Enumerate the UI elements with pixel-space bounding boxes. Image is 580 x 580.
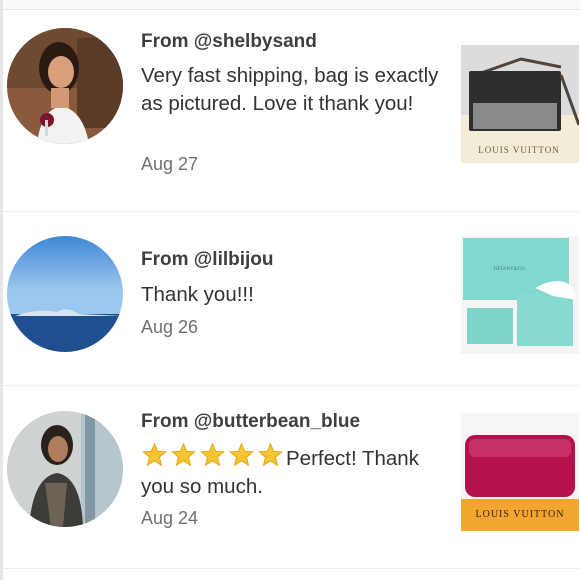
star-icon (142, 442, 167, 467)
avatar-photo (7, 236, 123, 352)
star-rating (141, 442, 286, 470)
review-author[interactable]: From @shelbysand (141, 31, 317, 53)
star-icon (171, 442, 196, 467)
review-comment: Perfect! Thank you so much. (141, 442, 441, 501)
top-divider (3, 0, 580, 10)
product-thumbnail[interactable]: LOUIS VUITTON (461, 413, 579, 531)
review-author[interactable]: From @lilbijou (141, 249, 274, 271)
review-list-screen: From @shelbysand Very fast shipping, bag… (0, 0, 580, 580)
avatar[interactable] (7, 236, 123, 352)
product-photo: LOUIS VUITTON (461, 413, 579, 531)
review-date: Aug 27 (141, 154, 199, 174)
divider (3, 385, 580, 386)
avatar[interactable] (7, 28, 123, 144)
review-comment: Very fast shipping, bag is exactly as pi… (141, 64, 439, 115)
review-date: Aug 24 (141, 508, 199, 528)
review-comment: Thank you!!! (141, 283, 254, 306)
star-icon (200, 442, 225, 467)
avatar[interactable] (7, 411, 123, 527)
review-date: Aug 26 (141, 317, 199, 337)
divider (3, 568, 580, 569)
star-icon (229, 442, 254, 467)
product-photo: TIFFANY&CO. (461, 236, 579, 354)
star-icon (258, 442, 283, 467)
product-photo: LOUIS VUITTON (461, 45, 579, 163)
review-author[interactable]: From @butterbean_blue (141, 411, 360, 433)
brand-logo-text: LOUIS VUITTON (478, 145, 559, 155)
avatar-photo (7, 28, 123, 144)
brand-logo-text: LOUIS VUITTON (475, 509, 564, 520)
product-thumbnail[interactable]: TIFFANY&CO. (461, 236, 579, 354)
avatar-photo (7, 411, 123, 527)
divider (3, 211, 580, 212)
product-thumbnail[interactable]: LOUIS VUITTON (461, 45, 579, 163)
brand-logo-text: TIFFANY&CO. (493, 267, 526, 272)
